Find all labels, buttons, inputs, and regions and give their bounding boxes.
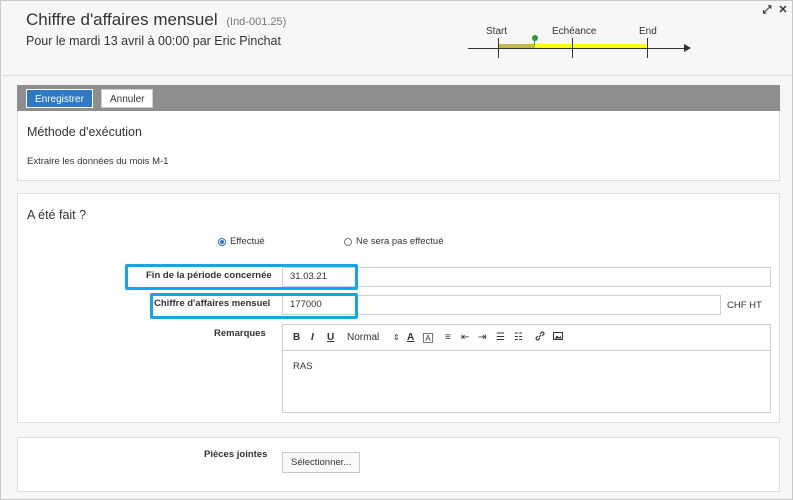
select-files-button[interactable]: Sélectionner... <box>282 452 361 473</box>
timeline-start-tick <box>498 38 499 58</box>
cancel-button[interactable]: Annuler <box>101 89 154 108</box>
action-toolbar: Enregistrer Annuler <box>17 85 780 111</box>
link-icon[interactable] <box>535 331 545 345</box>
radio-checked-icon[interactable] <box>218 237 226 246</box>
background-color-icon[interactable]: A <box>423 333 433 343</box>
attachments-label: Pièces jointes <box>204 449 268 460</box>
underline-icon[interactable]: U <box>327 331 334 345</box>
select-arrows-icon[interactable]: ⇕ <box>393 331 400 345</box>
italic-icon[interactable]: I <box>311 331 314 345</box>
timeline-end-label: End <box>639 26 657 37</box>
indent-icon[interactable]: ⇥ <box>478 331 486 345</box>
timeline-axis <box>468 48 686 49</box>
status-title: A été fait ? <box>27 208 87 222</box>
page-title: Chiffre d'affaires mensuel (Ind-001.25) <box>26 10 286 30</box>
period-end-highlight <box>125 264 358 290</box>
editor-toolbar: B I U Normal ⇕ A A ≡ ⇤ ⇥ ☰ ☷ <box>283 325 770 351</box>
remarks-editor[interactable]: B I U Normal ⇕ A A ≡ ⇤ ⇥ ☰ ☷ RAS <box>282 324 771 413</box>
radio-effectue[interactable]: Effectué <box>218 236 265 247</box>
expand-icon[interactable]: ⤢ <box>760 3 774 17</box>
image-icon[interactable] <box>553 331 563 345</box>
font-color-icon[interactable]: A <box>407 331 414 345</box>
save-button[interactable]: Enregistrer <box>26 89 93 108</box>
method-text: Extraire les données du mois M-1 <box>27 156 169 167</box>
align-icon[interactable]: ≡ <box>445 331 451 345</box>
attachments-panel: Pièces jointes Sélectionner... <box>17 437 780 492</box>
revenue-unit: CHF HT <box>727 300 762 311</box>
revenue-highlight <box>150 293 358 319</box>
page-subtitle: Pour le mardi 13 avril à 00:00 par Eric … <box>26 34 281 48</box>
remarks-label: Remarques <box>214 328 266 339</box>
radio-ne-sera-pas-effectue-label: Ne sera pas effectué <box>356 236 444 247</box>
title-text: Chiffre d'affaires mensuel <box>26 10 218 29</box>
dialog-frame: Chiffre d'affaires mensuel (Ind-001.25) … <box>0 0 793 500</box>
timeline-end-tick <box>647 38 648 58</box>
status-panel: A été fait ? Effectué Ne sera pas effect… <box>17 193 780 423</box>
timeline: Start Echéance End <box>468 22 698 62</box>
dialog-header: Chiffre d'affaires mensuel (Ind-001.25) … <box>2 2 792 76</box>
close-icon[interactable]: ✕ <box>776 3 790 17</box>
method-title: Méthode d'exécution <box>27 125 142 139</box>
ordered-list-icon[interactable]: ☷ <box>514 331 523 345</box>
timeline-current-marker <box>532 35 538 41</box>
bold-icon[interactable]: B <box>293 331 300 345</box>
title-reference: (Ind-001.25) <box>226 16 287 28</box>
timeline-due-label: Echéance <box>552 26 597 37</box>
timeline-arrow-icon <box>684 44 691 52</box>
method-panel: Méthode d'exécution Extraire les données… <box>17 111 780 181</box>
timeline-start-label: Start <box>486 26 508 37</box>
radio-ne-sera-pas-effectue[interactable]: Ne sera pas effectué <box>344 236 444 247</box>
outdent-icon[interactable]: ⇤ <box>461 331 469 345</box>
bullet-list-icon[interactable]: ☰ <box>496 331 505 345</box>
format-select[interactable]: Normal <box>347 331 379 345</box>
radio-unchecked-icon[interactable] <box>344 237 352 246</box>
radio-effectue-label: Effectué <box>230 236 265 247</box>
timeline-due-tick <box>572 38 573 58</box>
remarks-text[interactable]: RAS <box>293 361 313 372</box>
